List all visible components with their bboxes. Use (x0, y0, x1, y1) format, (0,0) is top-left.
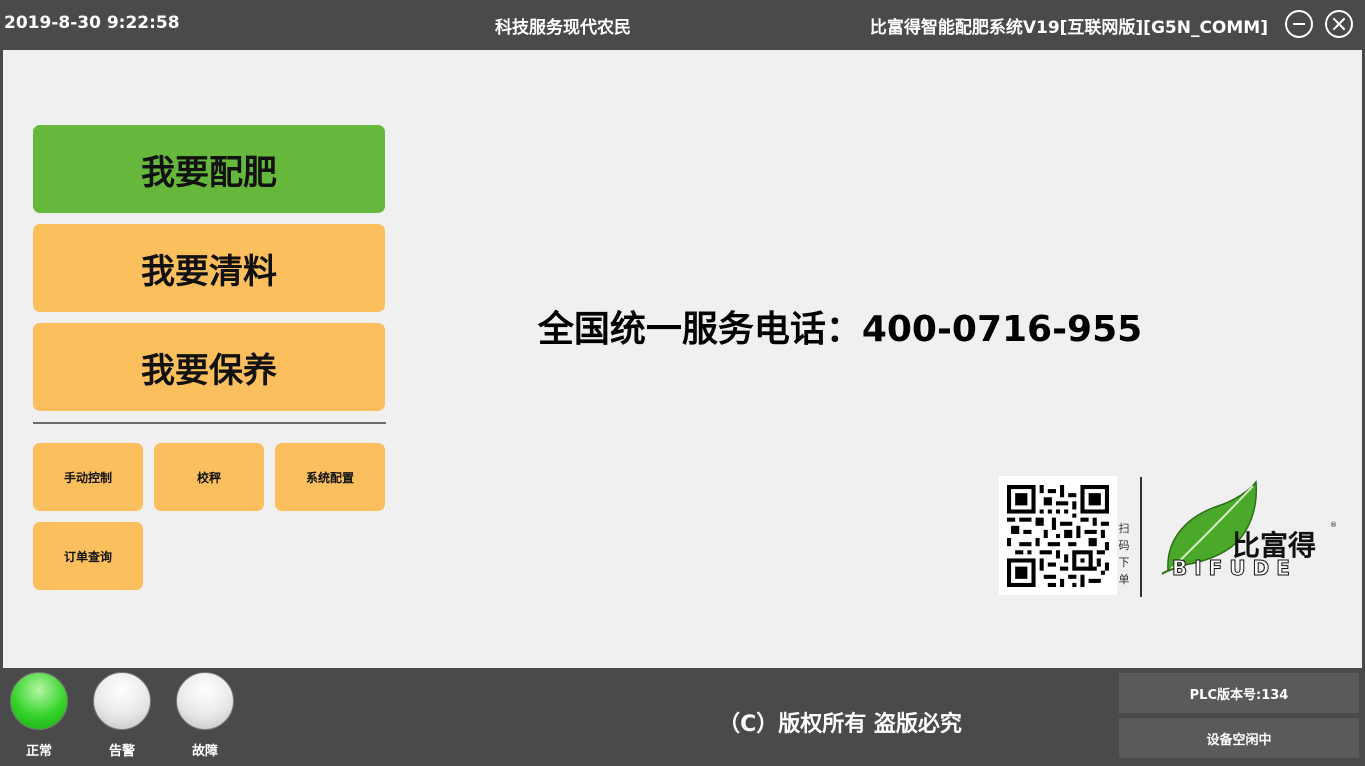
order-query-button[interactable]: 订单查询 (33, 522, 143, 590)
system-config-button[interactable]: 系统配置 (275, 443, 385, 511)
app-title: 比富得智能配肥系统V19[互联网版][G5N_COMM] (869, 18, 1268, 38)
menu-divider (33, 422, 386, 424)
fault-status-label: 故障 (191, 744, 218, 759)
qr-code-icon (1007, 485, 1109, 587)
calibrate-scale-button[interactable]: 校秤 (154, 443, 264, 511)
window-frame-left (0, 50, 3, 670)
close-icon[interactable] (1325, 10, 1353, 38)
device-status-display: 设备空闲中 (1119, 718, 1359, 758)
service-hotline: 全国统一服务电话：400-0716-955 (537, 309, 1143, 350)
order-qr-code (999, 476, 1117, 595)
registered-mark: ® (1330, 521, 1337, 529)
alarm-status-lamp (93, 672, 151, 730)
clean-material-button[interactable]: 我要清料 (33, 224, 385, 312)
normal-status-label: 正常 (25, 744, 52, 759)
status-bar: 正常 告警 故障 （C）版权所有 盗版必究 PLC版本号:134 设备空闲中 (0, 668, 1365, 766)
scan-order-caption: 扫码下单 (1118, 522, 1130, 586)
manual-control-button[interactable]: 手动控制 (33, 443, 143, 511)
normal-status-lamp (10, 672, 68, 730)
plc-version-display: PLC版本号:134 (1119, 673, 1359, 713)
fertilize-button[interactable]: 我要配肥 (33, 125, 385, 213)
title-bar: 2019-8-30 9:22:58 科技服务现代农民 比富得智能配肥系统V19[… (0, 0, 1365, 50)
fault-status-lamp (176, 672, 234, 730)
brand-name-en: BIFUDE (1172, 556, 1297, 581)
minimize-icon[interactable] (1285, 10, 1313, 38)
logo-separator (1140, 477, 1142, 597)
maintenance-button[interactable]: 我要保养 (33, 323, 385, 411)
alarm-status-label: 告警 (108, 744, 135, 759)
